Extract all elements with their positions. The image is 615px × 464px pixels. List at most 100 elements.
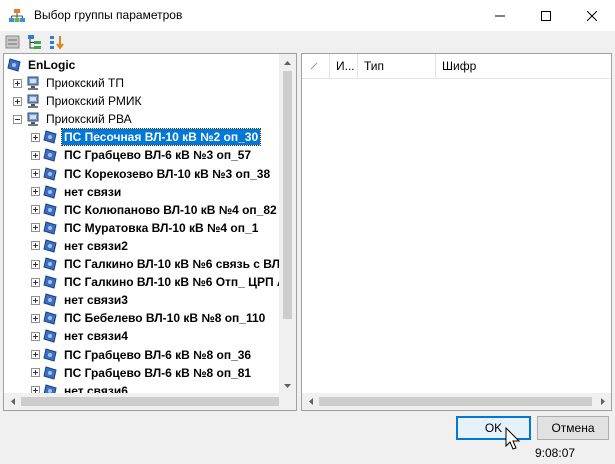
tree-item-label: ПС Грабцево ВЛ-6 кВ №3 оп_57 (64, 148, 252, 163)
column-header-code[interactable]: Шифр (436, 54, 611, 78)
tree-item-label: ПС Колюпаново ВЛ-10 кВ №4 оп_82 (64, 202, 277, 217)
properties-icon[interactable] (4, 33, 22, 51)
tree-item[interactable]: ПС Муратовка ВЛ-10 кВ №4 оп_1 (31, 219, 260, 237)
edit-marker-icon (310, 62, 318, 70)
tree-item[interactable]: нет связи2 (31, 237, 130, 255)
expand-toggle[interactable] (13, 78, 22, 88)
grid-indicator-column[interactable] (302, 54, 330, 78)
meter-icon (43, 347, 57, 362)
scroll-left-arrow[interactable] (4, 393, 21, 410)
group-tree[interactable]: EnLogic Приокский ТП Приокский РМИК Приокс… (3, 53, 297, 411)
tree-item[interactable]: нет связи (31, 183, 123, 201)
expand-toggle[interactable] (31, 187, 40, 197)
tree-item[interactable]: Приокский РВА (13, 110, 134, 128)
tree-horizontal-thumb[interactable] (21, 397, 280, 406)
maximize-button[interactable] (523, 0, 569, 31)
expand-toggle[interactable] (31, 295, 40, 305)
tree-item-label: Приокский ТП (46, 76, 125, 90)
tree-item-label: ПС Галкино ВЛ-10 кВ №6 связь с ВЛ (64, 257, 281, 271)
tree-item-label: нет связи (64, 184, 122, 199)
tree-horizontal-scrollbar[interactable] (4, 393, 296, 410)
tree-item[interactable]: ПС Бебелево ВЛ-10 кВ №8 оп_110 (31, 309, 267, 327)
sort-icon[interactable] (48, 33, 66, 51)
expand-toggle[interactable] (31, 150, 40, 160)
computer-icon (27, 76, 39, 90)
expand-toggle[interactable] (31, 350, 40, 359)
meter-icon (43, 148, 57, 163)
expand-toggle[interactable] (31, 331, 40, 341)
tree-item[interactable]: Приокский ТП (13, 74, 126, 92)
scroll-up-arrow[interactable] (279, 54, 296, 71)
tree-vertical-scrollbar[interactable] (279, 54, 296, 394)
tree-item[interactable]: нет связи3 (31, 291, 130, 309)
tree-item[interactable]: ПС Песочная ВЛ-10 кВ №2 оп_30 (31, 128, 262, 147)
grid-header: И... Тип Шифр (302, 54, 611, 79)
minimize-button[interactable] (477, 0, 523, 31)
tree-root[interactable]: EnLogic (7, 56, 77, 74)
maximize-icon (541, 10, 551, 21)
tree-view-icon[interactable] (26, 33, 44, 51)
meter-icon (43, 365, 57, 380)
scroll-corner (279, 393, 296, 410)
grid-scroll-left-arrow[interactable] (302, 393, 319, 410)
tree-vertical-thumb[interactable] (283, 71, 292, 319)
grid-horizontal-scrollbar[interactable] (302, 393, 611, 410)
meter-icon (43, 184, 57, 199)
chevron-left-icon (308, 398, 313, 405)
expand-toggle[interactable] (31, 169, 40, 178)
tree-item[interactable]: ПС Грабцево ВЛ-6 кВ №8 оп_81 (31, 364, 253, 382)
tree-item[interactable]: ПС Грабцево ВЛ-6 кВ №3 оп_57 (31, 146, 253, 164)
chevron-up-icon (284, 60, 291, 65)
expand-toggle[interactable] (31, 277, 40, 287)
column-header-type[interactable]: Тип (358, 54, 436, 78)
parameter-grid[interactable]: И... Тип Шифр (301, 53, 612, 411)
tree-item-label: ПС Муратовка ВЛ-10 кВ №4 оп_1 (64, 220, 259, 235)
meter-icon (43, 293, 57, 307)
meter-icon (43, 221, 57, 235)
expand-toggle[interactable] (31, 241, 40, 251)
grid-scroll-right-arrow[interactable] (594, 393, 611, 410)
expand-toggle[interactable] (31, 368, 40, 378)
org-chart-icon (9, 9, 25, 22)
status-time: 9:08:07 (535, 446, 576, 460)
collapse-toggle[interactable] (13, 114, 22, 124)
chevron-left-icon (10, 398, 15, 405)
expand-toggle[interactable] (31, 223, 40, 233)
tree-item[interactable]: ПС Корекозево ВЛ-10 кВ №3 оп_38 (31, 165, 272, 183)
grid-horizontal-thumb[interactable] (319, 397, 592, 406)
tree-item-label: Приокский РМИК (46, 94, 142, 109)
meter-icon (43, 130, 57, 144)
tree-item[interactable]: Приокский РМИК (13, 92, 144, 110)
cancel-button[interactable]: Отмена (537, 416, 609, 440)
expand-toggle[interactable] (31, 205, 40, 215)
close-icon (587, 10, 597, 21)
tree-item-label: ПС Корекозево ВЛ-10 кВ №3 оп_38 (64, 166, 271, 181)
window-title: Выбор группы параметров (34, 8, 183, 22)
meter-icon (43, 311, 57, 325)
expand-toggle[interactable] (13, 96, 22, 106)
tree-item[interactable]: ПС Грабцево ВЛ-6 кВ №8 оп_36 (31, 346, 253, 364)
tree-item-label: нет связи3 (64, 293, 128, 308)
tree-item[interactable]: ПС Галкино ВЛ-10 кВ №6 Отп_ ЦРП А (31, 273, 288, 291)
network-icon (7, 58, 21, 72)
title-bar: Выбор группы параметров (0, 0, 615, 32)
scroll-down-arrow[interactable] (279, 377, 296, 394)
expand-toggle[interactable] (31, 132, 40, 142)
tree-item[interactable]: нет связи4 (31, 327, 130, 345)
tree-item-label: ПС Песочная ВЛ-10 кВ №2 оп_30 (60, 128, 262, 147)
minimize-icon (495, 15, 505, 16)
expand-toggle[interactable] (31, 313, 40, 323)
meter-icon (43, 166, 57, 181)
expand-toggle[interactable] (31, 259, 40, 269)
column-header-id[interactable]: И... (330, 54, 358, 78)
tree-item-label: ПС Бебелево ВЛ-10 кВ №8 оп_110 (64, 311, 266, 326)
tree-item[interactable]: ПС Колюпаново ВЛ-10 кВ №4 оп_82 (31, 201, 279, 219)
meter-icon (43, 239, 57, 253)
tree-item-label: Приокский РВА (46, 112, 132, 127)
tree-item-label: нет связи4 (64, 329, 128, 344)
close-button[interactable] (569, 0, 615, 31)
tree-root-label: EnLogic (28, 58, 76, 72)
tree-item-label: ПС Галкино ВЛ-10 кВ №6 Отп_ ЦРП А (64, 275, 286, 290)
tree-item[interactable]: ПС Галкино ВЛ-10 кВ №6 связь с ВЛ (31, 255, 282, 273)
computer-icon (27, 112, 39, 127)
